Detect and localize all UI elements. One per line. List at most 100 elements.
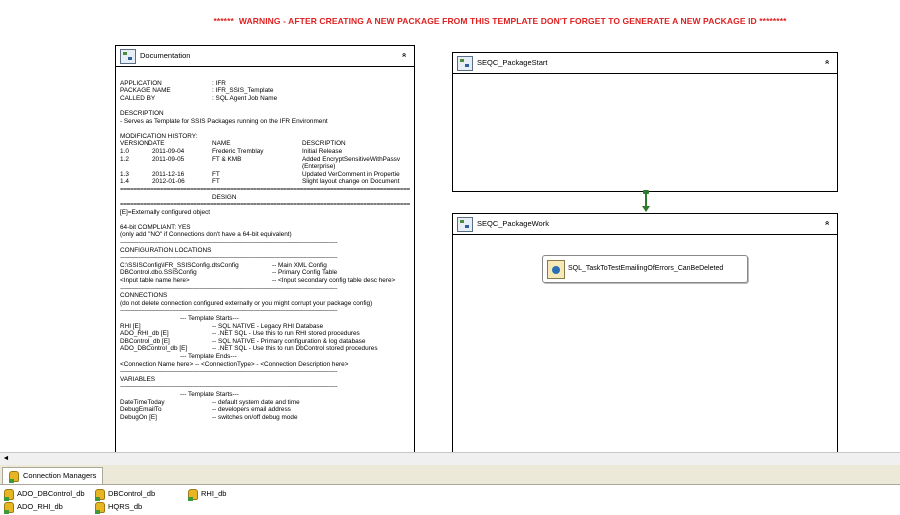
variable-name: DebugOn [E] [120,413,157,421]
connection-item-label: HQRS_db [108,502,143,511]
template-starts-text: --- Template Starts--- [180,315,239,322]
connection-item[interactable]: HQRS_db [94,501,143,514]
doc-info-application: APPLICATION : IFR [120,80,410,88]
history-col-version: VERSION [120,140,149,148]
sequence-container-icon [457,56,473,71]
variable-desc: -- switches on/off debug mode [212,413,298,421]
annotation-icon [120,49,136,64]
seqc-package-start-header[interactable]: SEQC_PackageStart « [453,53,837,74]
collapse-icon[interactable]: « [398,49,410,61]
doc-history-header: VERSION DATE NAME DESCRIPTION [120,140,410,148]
history-version: 1.4 [120,178,129,186]
history-description: Updated VerComment in Propertie [302,170,400,178]
history-description: (Enterprise) [302,163,336,171]
history-version: 1.2 [120,155,129,163]
history-description: Added EncryptSensitiveWithPassv [302,155,401,163]
doc-config-title: CONFIGURATION LOCATIONS [120,246,212,254]
doc-info-package-name: PACKAGE NAME : IFR_SSIS_Template [120,87,410,95]
history-description: Slight layout change on Document [302,178,400,186]
documentation-content: APPLICATION : IFR PACKAGE NAME : IFR_SSI… [120,72,410,453]
variable-name: DebugEmailTo [120,406,162,414]
doc-variable-row: DebugOn [E] -- switches on/off debug mod… [120,414,410,422]
doc-history-row: 1.3 2011-12-16 FT Updated VerComment in … [120,171,410,179]
doc-variable-row: DateTimeToday -- default system date and… [120,399,410,407]
tab-connection-managers[interactable]: Connection Managers [2,467,104,484]
connection-item[interactable]: DBControl_db [94,488,155,501]
connection-desc: -- .NET SQL - Use this to run RHI stored… [212,330,360,338]
package-id-warning: ****** WARNING - AFTER CREATING A NEW PA… [213,16,787,26]
history-description: Initial Release [302,147,343,155]
variable-name: DateTimeToday [120,398,165,406]
doc-template-ends: --- Template Ends--- [120,353,410,361]
config-desc: -- <Input secondary config table desc he… [272,277,396,285]
precedence-constraint-arrow-icon [642,206,650,212]
connection-item-label: ADO_DBControl_db [17,489,85,498]
doc-compliant-note: (only add "NO" if Connections don't have… [120,231,292,239]
seqc-package-start-container[interactable]: SEQC_PackageStart « [452,52,838,192]
connection-manager-icon [8,471,19,483]
doc-history-row: (Enterprise) [120,163,410,171]
connection-managers-tabbar: Connection Managers [0,465,900,485]
template-starts-text: --- Template Starts--- [180,390,239,398]
connection-managers-list: ADO_DBControl_db DBControl_db RHI_db ADO… [0,485,900,515]
connection-name: DBControl_db [E] [120,337,170,345]
history-date: 2012-01-06 [152,178,185,186]
doc-config-row: <Input table name here> -- <Input second… [120,277,410,285]
history-date: 2011-09-05 [152,155,185,163]
variable-desc: -- developers email address [212,406,291,414]
connection-desc: -- .NET SQL - Use this to run DbControl … [212,345,378,353]
horizontal-scrollbar[interactable]: ◄ [0,452,900,465]
connection-desc: -- SQL NATIVE - Primary configuration & … [212,337,366,345]
seqc-package-work-container[interactable]: SEQC_PackageWork « [452,213,838,454]
seqc-package-start-title: SEQC_PackageStart [477,58,548,67]
history-name: FT [212,170,220,178]
doc-info-called-by: CALLED BY : SQL Agent Job Name [120,95,410,103]
history-date: 2011-12-16 [152,170,185,178]
seqc-package-work-header[interactable]: SEQC_PackageWork « [453,214,837,235]
connection-item[interactable]: ADO_RHI_db [3,501,63,514]
doc-history-row: 1.0 2011-09-04 Frederic Tremblay Initial… [120,148,410,156]
doc-connection-row: ADO_DBControl_db [E] -- .NET SQL - Use t… [120,345,410,353]
collapse-icon[interactable]: « [821,217,833,229]
separator-dashed: ----------------------------------------… [120,383,338,391]
documentation-header[interactable]: Documentation « [116,46,414,67]
connection-item[interactable]: ADO_DBControl_db [3,488,85,501]
connection-item-label: ADO_RHI_db [17,502,63,511]
history-date: 2011-09-04 [152,147,185,155]
sequence-container-icon [457,217,473,232]
scroll-left-icon[interactable]: ◄ [1,454,11,464]
separator-double: ========================================… [120,201,410,209]
separator-dashed: ----------------------------------------… [120,239,338,247]
template-ends-text: --- Template Ends--- [180,352,237,360]
doc-info-key: CALLED BY [120,94,156,102]
doc-info-value: : IFR_SSIS_Template [212,87,274,95]
history-name: FT [212,178,220,186]
history-version: 1.0 [120,147,129,155]
database-connection-icon [3,488,14,501]
collapse-icon[interactable]: « [821,56,833,68]
separator-dashed: ----------------------------------------… [120,307,338,315]
config-desc: -- Main XML Config [272,261,327,269]
doc-description-text: - Serves as Template for SSIS Packages r… [120,117,328,125]
sql-task[interactable]: SQL_TaskToTestEmailingOfErrors_CanBeDele… [542,255,748,283]
separator-dashed: ----------------------------------------… [120,284,338,292]
database-connection-icon [3,501,14,514]
separator-dashed: ----------------------------------------… [120,368,338,376]
doc-config-row: DBControl.dbo.SSISConfig -- Primary Conf… [120,269,410,277]
connection-item[interactable]: RHI_db [187,488,226,501]
database-connection-icon [94,501,105,514]
sql-task-label: SQL_TaskToTestEmailingOfErrors_CanBeDele… [568,265,724,272]
doc-config-row: C:\SSISConfig\IFR_SSISConfig.dtsConfig -… [120,262,410,270]
history-col-date: DATE [148,140,165,148]
doc-variables-title: VARIABLES [120,375,156,383]
history-name: FT & KMB [212,155,242,163]
doc-info-key: APPLICATION [120,79,162,87]
documentation-title: Documentation [140,51,191,60]
database-connection-icon [187,488,198,501]
documentation-box[interactable]: Documentation « APPLICATION : IFR PACKAG… [115,45,415,453]
database-connection-icon [94,488,105,501]
config-desc: -- Primary Config Table [272,269,338,277]
doc-history-row: 1.2 2011-09-05 FT & KMB Added EncryptSen… [120,156,410,164]
seqc-package-work-title: SEQC_PackageWork [477,219,549,228]
doc-ext-configured: [E]=Externally configured object [120,208,211,216]
